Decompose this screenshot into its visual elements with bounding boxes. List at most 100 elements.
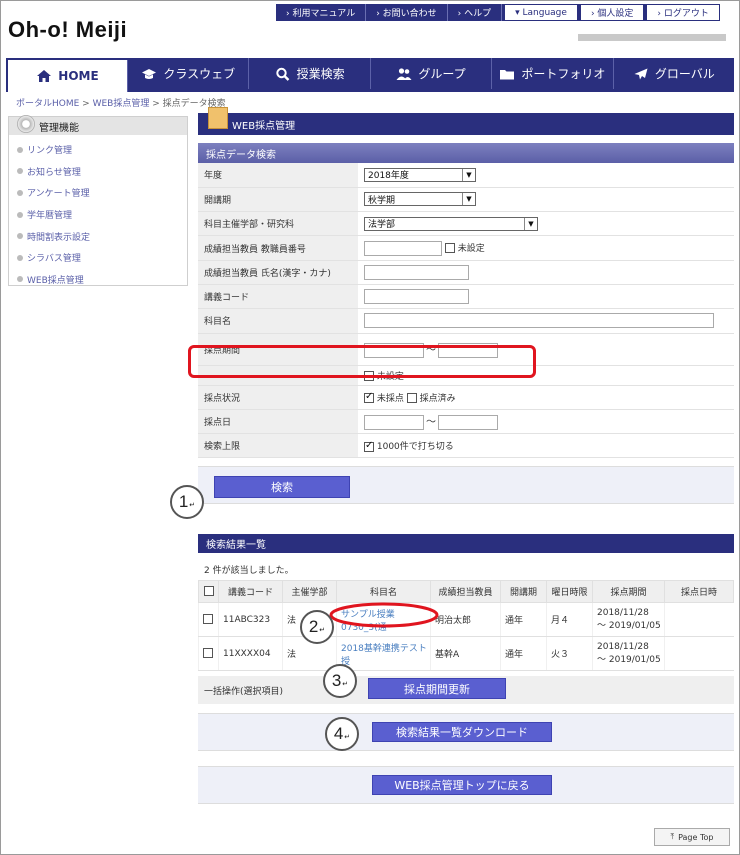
results-header: 検索結果一覧 [198, 534, 734, 553]
sidebar-item-survey[interactable]: アンケート管理 [17, 182, 187, 204]
results-table: 講義コード 主催学部 科目名 成績担当教員 開講期 曜日時限 採点期間 採点日時… [198, 580, 734, 671]
table-row: 11ABC323 法 サンプル授業0730_3(通 明治太郎 通年 月４ 201… [198, 602, 734, 637]
sidebar-item-syllabus[interactable]: シラバス管理 [17, 247, 187, 269]
unscored-checkbox[interactable] [364, 391, 374, 404]
bullet-icon [17, 276, 23, 283]
gear-icon [17, 115, 35, 133]
breadcrumb-web[interactable]: WEB採点管理 [93, 99, 150, 109]
status-label: 採点状況 [198, 385, 358, 410]
personal-settings-link[interactable]: › 個人設定 [579, 4, 645, 21]
row-checkbox[interactable] [203, 614, 213, 625]
nav-portfolio-label: ポートフォリオ [521, 67, 606, 81]
group-icon [396, 67, 412, 80]
nav-group[interactable]: グループ [371, 58, 493, 89]
sidebar-item-web-scoring[interactable]: WEB採点管理 [17, 269, 187, 291]
main-content: WEB採点管理 採点データ検索 年度 2018年度 ▼ 開講期 秋学期 ▼ 科目主催… [198, 107, 734, 505]
sidebar-title: 管理機能 [39, 122, 79, 134]
sidebar-header: 管理機能 [9, 115, 187, 135]
sidebar-item-notice[interactable]: お知らせ管理 [17, 161, 187, 183]
nav-course-search-label: 授業検索 [296, 67, 345, 81]
contact-link[interactable]: › お問い合わせ [366, 4, 448, 21]
nav-group-label: グループ [418, 67, 466, 81]
nav-portfolio[interactable]: ポートフォリオ [492, 58, 614, 89]
row-checkbox[interactable] [203, 648, 213, 659]
teacher-name-input[interactable] [364, 264, 469, 280]
graduation-cap-icon [142, 68, 157, 79]
search-button[interactable]: 検索 [214, 476, 350, 499]
chevron-down-icon: ▼ [462, 168, 475, 181]
subject-input[interactable] [364, 313, 714, 329]
back-to-top-button[interactable]: WEB採点管理トップに戻る [372, 775, 552, 795]
breadcrumb-portal[interactable]: ポータルHOME [16, 99, 79, 109]
bullet-icon [17, 168, 23, 175]
sidebar-item-calendar[interactable]: 学年暦管理 [17, 204, 187, 226]
teacher-no-label: 成績担当教員 教職員番号 [198, 235, 358, 261]
nav-global-label: グローバル [654, 67, 715, 81]
search-form: 年度 2018年度 ▼ 開講期 秋学期 ▼ 科目主催学部・研究科 法学部 ▼ 成績担当… [198, 163, 734, 459]
help-link[interactable]: › ヘルプ [448, 4, 503, 21]
limit-checkbox[interactable] [364, 440, 374, 452]
teacher-name-label: 成績担当教員 氏名(漢字・カナ) [198, 260, 358, 285]
step-marker-2: 2 ↵ [300, 610, 334, 644]
col-term: 開講期 [500, 580, 547, 603]
bullet-icon [17, 211, 23, 218]
bulk-label: 一括操作(選択項目) [204, 686, 284, 697]
site-logo[interactable]: Oh-o! Meiji [8, 17, 127, 43]
col-period: 採点期間 [592, 580, 665, 603]
update-period-button[interactable]: 採点期間更新 [368, 678, 506, 699]
search-section-header: 採点データ検索 [198, 143, 734, 163]
chevron-down-icon: ▼ [524, 217, 537, 230]
nav-home[interactable]: HOME [8, 60, 128, 92]
nav-classweb[interactable]: クラスウェブ [128, 58, 250, 89]
results-count: 2 件が該当しました。 [204, 566, 294, 576]
global-nav: HOME クラスウェブ 授業検索 グループ ポートフォリオ グローバル [6, 58, 734, 92]
chevron-down-icon: ▼ [462, 193, 475, 206]
step-marker-1: 1 ↵ [170, 485, 204, 519]
date-start-input[interactable] [364, 415, 424, 431]
language-dropdown[interactable]: ▾ Language [504, 4, 578, 21]
scoring-book-icon [208, 107, 228, 129]
search-button-row: 検索 [198, 466, 734, 505]
breadcrumb: ポータルHOME > WEB採点管理 > 採点データ検索 [16, 99, 226, 109]
sidebar-item-link[interactable]: リンク管理 [17, 139, 187, 161]
col-slot: 曜日時限 [546, 580, 593, 603]
dept-select[interactable]: 法学部 ▼ [364, 216, 538, 231]
term-label: 開講期 [198, 187, 358, 213]
term-select[interactable]: 秋学期 ▼ [364, 192, 476, 207]
period-highlight-box [188, 345, 536, 378]
page-top-button[interactable]: ⤒ Page Top [654, 828, 730, 846]
bullet-icon [17, 146, 23, 153]
date-label: 採点日 [198, 409, 358, 435]
folder-icon [500, 69, 515, 79]
table-row: 11XXXX04 法 2018基幹連携テスト授 基幹A 通年 火３ 2018/1… [198, 636, 734, 671]
teacher-unset-checkbox[interactable] [444, 243, 455, 254]
dept-label: 科目主催学部・研究科 [198, 211, 358, 237]
airplane-icon [634, 68, 648, 79]
nav-course-search[interactable]: 授業検索 [249, 58, 371, 89]
subject-label: 科目名 [198, 308, 358, 334]
sidebar: 管理機能 リンク管理 お知らせ管理 アンケート管理 学年暦管理 時間割表示設定 … [8, 115, 188, 286]
course-code-label: 講義コード [198, 284, 358, 310]
year-label: 年度 [198, 163, 358, 188]
logout-link[interactable]: › ログアウト [646, 4, 720, 21]
subject-highlight-ellipse [329, 602, 439, 628]
bullet-icon [17, 189, 23, 196]
utility-links: › 利用マニュアル › お問い合わせ › ヘルプ ▾ Language › 個人… [276, 4, 720, 21]
col-date: 採点日時 [664, 580, 734, 603]
manual-link[interactable]: › 利用マニュアル [276, 4, 367, 21]
nav-home-label: HOME [58, 69, 99, 83]
year-select[interactable]: 2018年度 ▼ [364, 167, 476, 182]
date-end-input[interactable] [438, 415, 498, 431]
step-marker-4: 4 ↵ [325, 717, 359, 751]
course-code-input[interactable] [364, 289, 469, 305]
page-title-bar: WEB採点管理 [198, 107, 734, 135]
scored-checkbox[interactable] [406, 393, 417, 404]
download-results-button[interactable]: 検索結果一覧ダウンロード [372, 722, 552, 742]
teacher-no-input[interactable] [364, 240, 442, 256]
user-info-bar [578, 34, 726, 41]
page-title: WEB採点管理 [232, 120, 296, 132]
select-all-checkbox[interactable] [203, 586, 214, 597]
subject-link[interactable]: 2018基幹連携テスト授 [336, 636, 431, 671]
nav-global[interactable]: グローバル [614, 58, 734, 89]
sidebar-item-timetable[interactable]: 時間割表示設定 [17, 225, 187, 247]
